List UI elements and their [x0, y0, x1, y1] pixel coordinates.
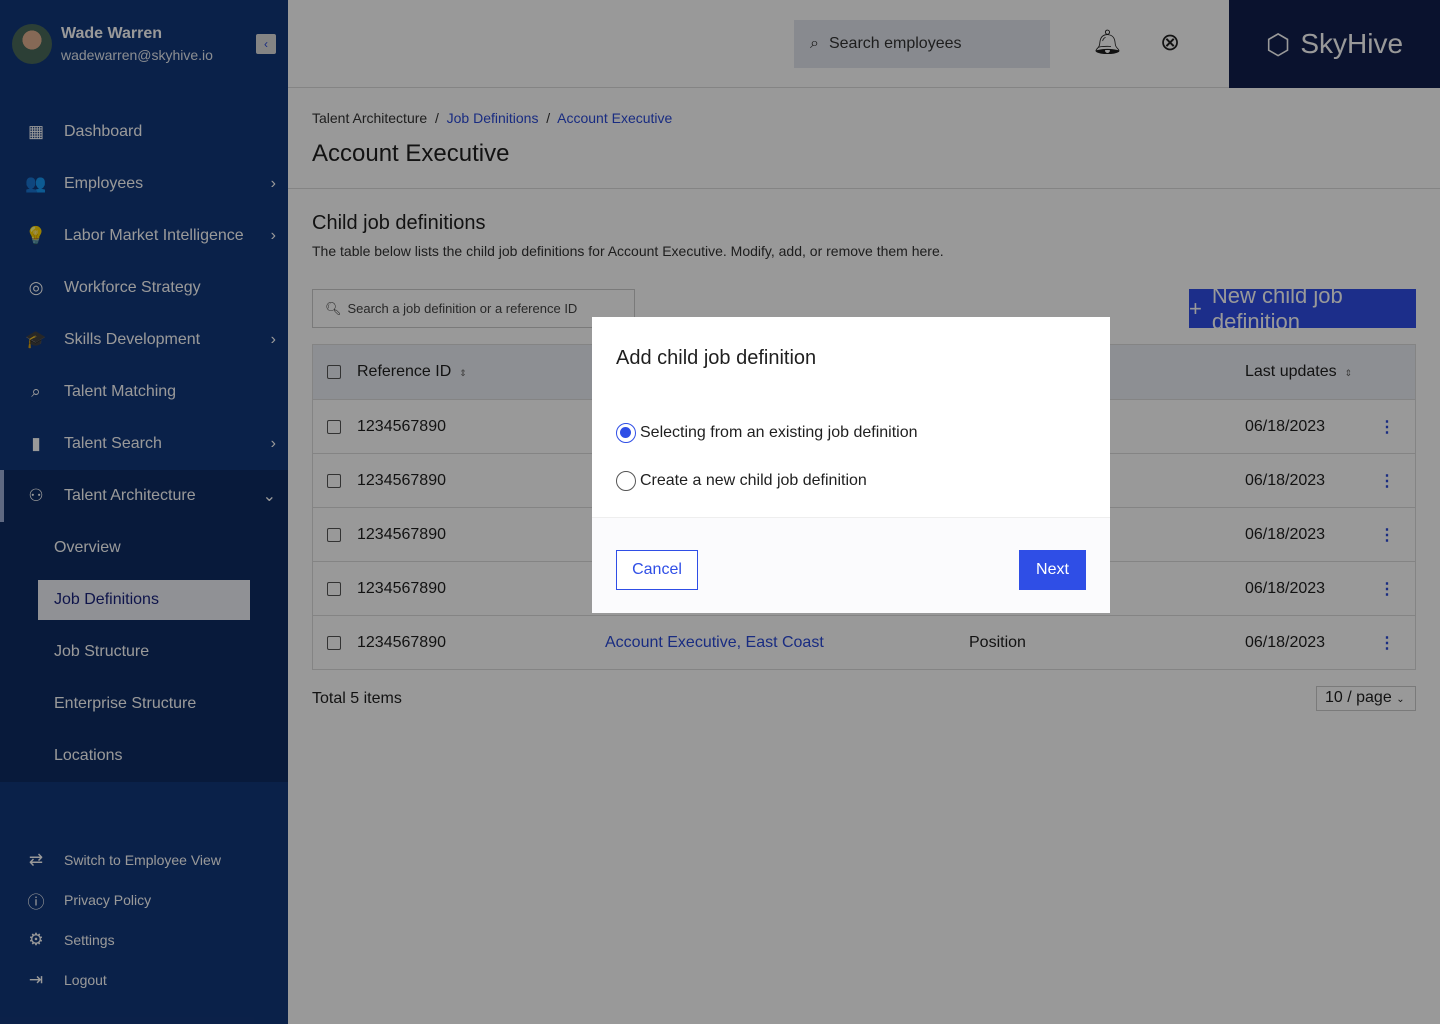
- option-existing-radio[interactable]: Selecting from an existing job definitio…: [616, 423, 918, 443]
- option-new-radio[interactable]: Create a new child job definition: [616, 471, 867, 491]
- modal-footer: Cancel Next: [592, 517, 1110, 613]
- radio-unselected[interactable]: [616, 471, 636, 491]
- modal-title: Add child job definition: [616, 347, 817, 369]
- next-button[interactable]: Next: [1019, 550, 1086, 590]
- cancel-button[interactable]: Cancel: [616, 550, 698, 590]
- add-child-job-modal: Add child job definition Selecting from …: [592, 317, 1110, 613]
- radio-selected[interactable]: [616, 423, 636, 443]
